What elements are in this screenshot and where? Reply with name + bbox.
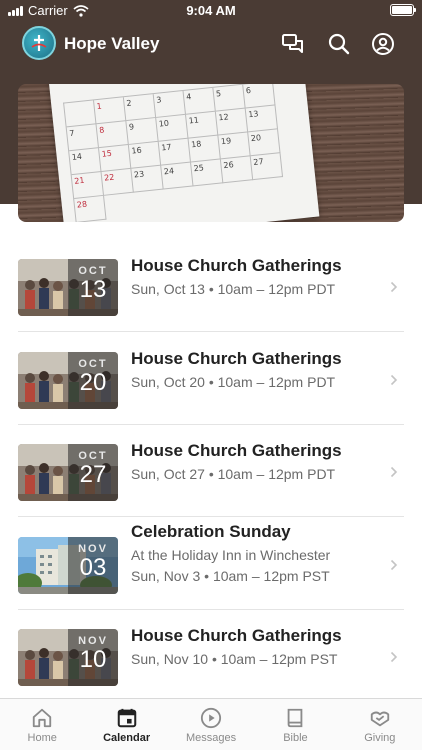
date-badge: OCT 27 [68,444,118,501]
event-row[interactable]: NOV 10 House Church Gatherings Sun, Nov 10 … [18,610,404,702]
calendar-day: 17 [158,138,192,166]
calendar-day: 14 [69,148,102,176]
event-row[interactable]: OCT 20 House Church Gatherings Sun, Oct 20 … [18,333,404,425]
calendar-day: 9 [126,117,159,145]
calendar-day: 3 [153,90,187,118]
calendar-icon [117,708,136,728]
event-thumbnail: NOV 10 [18,629,118,686]
search-icon[interactable] [327,32,351,56]
tab-calendar[interactable]: Calendar [84,699,168,750]
status-right [390,4,416,16]
event-title: Celebration Sunday [131,521,291,541]
profile-icon[interactable] [371,32,395,56]
app-bar: Hope Valley [0,24,422,64]
tab-home[interactable]: Home [0,699,84,750]
calendar-day: 19 [218,132,251,160]
date-badge: NOV 10 [68,629,118,686]
calendar-day: 15 [99,144,132,172]
event-thumbnail: OCT 20 [18,351,118,409]
date-badge: OCT 13 [68,259,118,316]
calendar-day: 12 [215,108,249,136]
calendar-day: 1 [94,97,127,125]
calendar-day: 28 [74,195,107,222]
event-thumbnail: OCT 27 [18,444,118,501]
event-title: House Church Gatherings [131,441,342,460]
event-location: At the Holiday Inn in Winchester [131,546,331,563]
app-title: Hope Valley [64,34,160,53]
home-icon [33,708,52,728]
tab-label: Home [27,732,57,744]
event-time: Sun, Nov 10 • 10am – 12pm PST [131,651,338,667]
tab-label: Giving [364,732,396,744]
chevron-right-icon [390,281,398,293]
date-badge: OCT 20 [68,351,118,409]
logo-icon[interactable] [22,26,56,60]
tab-giving[interactable]: Giving [338,699,422,750]
date-badge-month: NOV [78,542,108,555]
battery-level [392,6,412,14]
calendar-day: 2 [123,94,157,122]
calendar-day: 5 [213,84,246,112]
chat-icon[interactable] [281,32,305,56]
event-title: House Church Gatherings [131,626,342,645]
event-row[interactable]: OCT 27 House Church Gatherings Sun, Oct 27 … [18,425,404,517]
tab-label: Messages [185,732,237,744]
event-time: Sun, Oct 20 • 10am – 12pm PDT [131,373,336,390]
calendar-day: 23 [131,165,164,193]
hero-image: 1 2 3 4 5 6 7 8 9 10 11 12 13 14 15 16 17 18 19 20 21 22 23 24 2… [18,84,404,222]
date-badge: NOV 03 [68,536,118,594]
tab-bible[interactable]: Bible [253,699,337,750]
event-title: House Church Gatherings [131,348,342,368]
calendar-day: 21 [71,171,105,199]
tab-label: Calendar [103,732,151,744]
event-row[interactable]: OCT 13 House Church Gatherings Sun, Oct 13 … [18,240,404,332]
event-time: Sun, Oct 27 • 10am – 12pm PDT [131,466,336,482]
calendar-day: 22 [101,168,134,196]
chevron-right-icon [390,651,398,663]
calendar-day: 11 [186,111,219,139]
event-row[interactable]: NOV 03 Celebration Sunday At the Holiday In… [18,518,404,610]
date-badge-month: OCT [78,357,108,370]
tab-messages[interactable]: Messages [169,699,253,750]
battery-icon [390,4,416,16]
status-time: 9:04 AM [186,3,236,18]
date-badge-day: 10 [79,646,107,673]
event-time: Sun, Nov 3 • 10am – 12pm PST [131,567,330,584]
calendar-day: 13 [245,105,279,133]
book-icon [288,708,303,728]
calendar-day: 27 [250,153,284,181]
calendar-day: 16 [128,141,162,169]
calendar-day: 26 [220,156,254,184]
date-badge-day: 13 [79,276,107,303]
giving-icon [370,711,389,727]
tab-bar: Home Calendar Messages Bible Giving [0,698,422,750]
status-bar: Carrier 9:04 AM [0,0,422,22]
play-icon [200,707,222,729]
event-title: House Church Gatherings [131,256,342,275]
calendar-day: 7 [66,124,100,152]
date-badge-day: 27 [79,461,107,488]
event-thumbnail: NOV 03 [18,536,118,594]
calendar-day: 20 [248,129,281,157]
calendar-photo: 1 2 3 4 5 6 7 8 9 10 11 12 13 14 15 16 17 18 19 20 21 22 23 24 2… [48,84,320,222]
calendar-day: 8 [96,121,129,149]
date-badge-day: 20 [79,368,107,396]
chevron-right-icon [390,466,398,478]
event-thumbnail: OCT 13 [18,259,118,316]
calendar-day: 25 [191,159,224,187]
date-badge-day: 03 [79,553,107,581]
chevron-right-icon [390,374,398,385]
calendar-day: 4 [183,87,216,115]
calendar-day: 18 [188,135,221,163]
chevron-right-icon [390,559,398,570]
calendar-day: 10 [156,114,189,142]
calendar-day: 24 [161,162,194,190]
tab-label: Bible [283,732,308,744]
calendar-grid: 1 2 3 4 5 6 7 8 9 10 11 12 13 14 15 16 17 18 19 20 21 22 23 24 2… [63,84,286,222]
event-time: Sun, Oct 13 • 10am – 12pm PDT [131,281,336,297]
